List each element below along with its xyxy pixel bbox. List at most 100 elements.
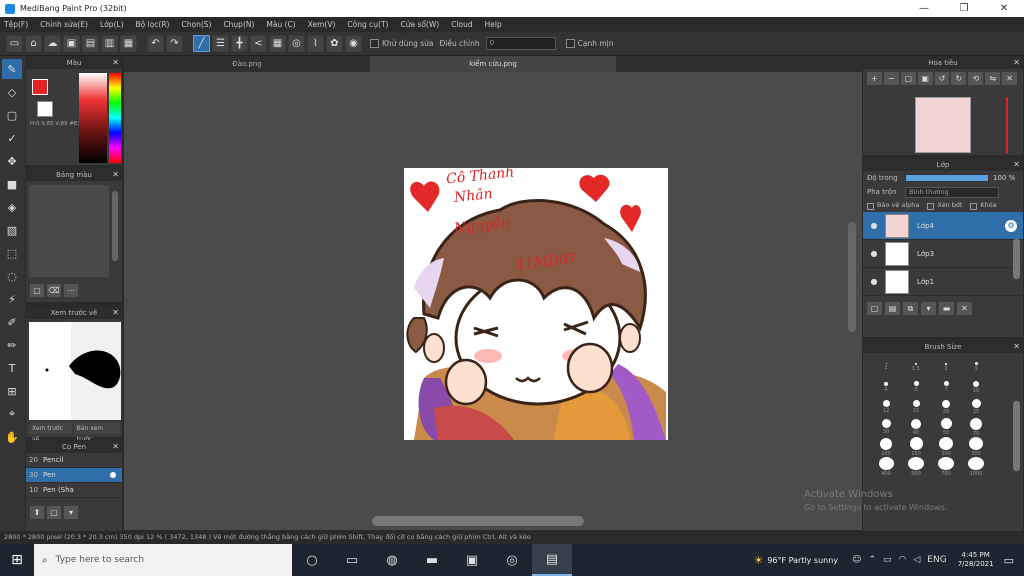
brush-settings-icon[interactable] [110, 472, 116, 478]
panel-icon[interactable]: ▥ [101, 35, 118, 52]
eye-icon[interactable]: ● [863, 249, 885, 258]
close-icon[interactable]: ✕ [112, 308, 119, 317]
vanish-snap-icon[interactable]: < [250, 35, 267, 52]
menu-layer[interactable]: Lớp(L) [100, 20, 124, 29]
store-icon[interactable]: ▣ [452, 544, 492, 576]
saturation-value-picker[interactable] [79, 73, 107, 163]
edge-icon[interactable]: ◍ [372, 544, 412, 576]
windows-start-icon[interactable]: ⊞ [0, 544, 34, 576]
brush-size-option[interactable]: 2 [931, 357, 961, 377]
brush-size-option[interactable]: 400 [871, 457, 901, 477]
text-tool-icon[interactable]: T [2, 358, 22, 378]
people-icon[interactable]: ☺ [852, 555, 861, 565]
close-button[interactable]: ✕ [984, 0, 1024, 17]
zoom-out-icon[interactable]: − [883, 72, 899, 85]
brush-item[interactable]: 20 Pencil [26, 453, 122, 468]
shape-tool-icon[interactable]: ■ [2, 174, 22, 194]
add-brush-icon[interactable]: ⬆ [30, 506, 44, 519]
add-color-icon[interactable]: ▢ [30, 284, 44, 297]
duplicate-layer-icon[interactable]: ⧉ [903, 302, 918, 315]
image-icon[interactable]: ▣ [63, 35, 80, 52]
menu-file[interactable]: Tệp(F) [4, 20, 28, 29]
redo-icon[interactable]: ↷ [166, 35, 183, 52]
brush-size-option[interactable]: 1 [871, 357, 901, 377]
close-icon[interactable]: ✕ [112, 442, 119, 451]
close-icon[interactable]: ✕ [112, 170, 119, 179]
brush-size-option[interactable]: 5 [901, 377, 931, 397]
menu-color[interactable]: Màu (C) [266, 20, 295, 29]
grid-snap-icon[interactable]: ▦ [269, 35, 286, 52]
clock[interactable]: 4:45 PM 7/28/2021 [958, 551, 994, 569]
close-icon[interactable]: ✕ [112, 58, 119, 67]
snap-off-icon[interactable]: ╱ [193, 35, 210, 52]
brush-size-option[interactable]: 3 [961, 357, 991, 377]
target-icon[interactable]: ◉ [345, 35, 362, 52]
brush-size-option[interactable]: 30 [871, 417, 901, 437]
menu-snap[interactable]: Chụp(N) [223, 20, 254, 29]
rotate-left-icon[interactable]: ↺ [934, 72, 950, 85]
opacity-slider[interactable] [905, 174, 989, 182]
menu-window[interactable]: Cửa sổ(W) [400, 20, 439, 29]
reset-rotate-icon[interactable]: ⟲ [968, 72, 984, 85]
fill-tool-icon[interactable]: ◈ [2, 197, 22, 217]
check-tool-icon[interactable]: ✓ [2, 128, 22, 148]
gradient-tool-icon[interactable]: ▧ [2, 220, 22, 240]
cortana-icon[interactable]: ○ [292, 544, 332, 576]
brush-size-option[interactable]: 300 [961, 437, 991, 457]
background-color-swatch[interactable] [37, 101, 53, 117]
menu-view[interactable]: Xem(V) [308, 20, 336, 29]
close-icon[interactable]: ✕ [1013, 58, 1020, 67]
document-tab-active[interactable]: kiểm cừu.png [370, 56, 616, 72]
dot-tool-icon[interactable]: ▢ [2, 105, 22, 125]
brush-size-option[interactable]: 10 [961, 377, 991, 397]
palette-menu-icon[interactable]: ⋯ [64, 284, 78, 297]
cloud-icon[interactable]: ☁ [44, 35, 61, 52]
brush-size-option[interactable]: 7 [931, 377, 961, 397]
vertical-scrollbar[interactable] [848, 222, 856, 332]
curve-snap-icon[interactable]: ⌇ [307, 35, 324, 52]
comic-icon[interactable]: ▤ [82, 35, 99, 52]
select-eraser-icon[interactable]: ✏ [2, 335, 22, 355]
palette-area[interactable] [29, 185, 109, 277]
divide-tool-icon[interactable]: ⊞ [2, 381, 22, 401]
medibang-taskbar-icon[interactable]: ▤ [532, 544, 572, 576]
layer-item-selected[interactable]: ● Lớp4 ⚙ [863, 212, 1023, 240]
menu-tools[interactable]: Công cụ(T) [347, 20, 388, 29]
brush-size-option[interactable]: 20 [931, 397, 961, 417]
hue-slider[interactable] [109, 73, 121, 163]
actual-size-icon[interactable]: ▣ [917, 72, 933, 85]
delete-color-icon[interactable]: ⌫ [47, 284, 61, 297]
antialias-checkbox[interactable] [565, 39, 575, 48]
select-pen-icon[interactable]: ✐ [2, 312, 22, 332]
navigator-thumbnail[interactable] [915, 97, 971, 153]
brush-tool-icon[interactable]: ✎ [2, 59, 22, 79]
tab-brush-preview[interactable]: Xem trước vẽ [29, 423, 72, 443]
brush-menu-icon[interactable]: ▾ [64, 506, 78, 519]
menu-filter[interactable]: Bộ lọc(R) [136, 20, 170, 29]
layer-menu-icon[interactable]: ▾ [921, 302, 936, 315]
brush-size-option[interactable]: 1.5 [901, 357, 931, 377]
weather-widget[interactable]: ☀ 96°F Partly sunny [753, 554, 838, 567]
hand-tool-icon[interactable]: ✋ [2, 427, 22, 447]
battery-icon[interactable]: ▭ [883, 555, 892, 565]
folder-icon[interactable]: ▬ [939, 302, 954, 315]
gear-icon[interactable]: ⚙ [1005, 219, 1017, 232]
copy-brush-icon[interactable]: ▢ [47, 506, 61, 519]
wifi-icon[interactable]: ◠ [899, 555, 907, 565]
eyedropper-icon[interactable]: ⌖ [2, 404, 22, 424]
task-view-icon[interactable]: ▭ [332, 544, 372, 576]
save-icon[interactable]: ▦ [120, 35, 137, 52]
brush-size-option[interactable]: 1000 [961, 457, 991, 477]
layer-item[interactable]: ● Lớp3 [863, 240, 1023, 268]
menu-cloud[interactable]: Cloud [451, 20, 472, 29]
tab-preview[interactable]: Bản xem trước [73, 423, 120, 443]
stabilizer-checkbox[interactable] [370, 39, 379, 48]
rotate-right-icon[interactable]: ↻ [951, 72, 967, 85]
brush-size-option[interactable]: 100 [871, 437, 901, 457]
new-halftone-layer-icon[interactable]: ▤ [885, 302, 900, 315]
cross-snap-icon[interactable]: ╋ [231, 35, 248, 52]
palette-scrollbar[interactable] [112, 191, 118, 261]
brush-size-option[interactable]: 40 [901, 417, 931, 437]
artwork-canvas[interactable]: Cô Thanh Nhân Nguyễn 11MD07 [404, 168, 668, 440]
select-tool-icon[interactable]: ⬚ [2, 243, 22, 263]
